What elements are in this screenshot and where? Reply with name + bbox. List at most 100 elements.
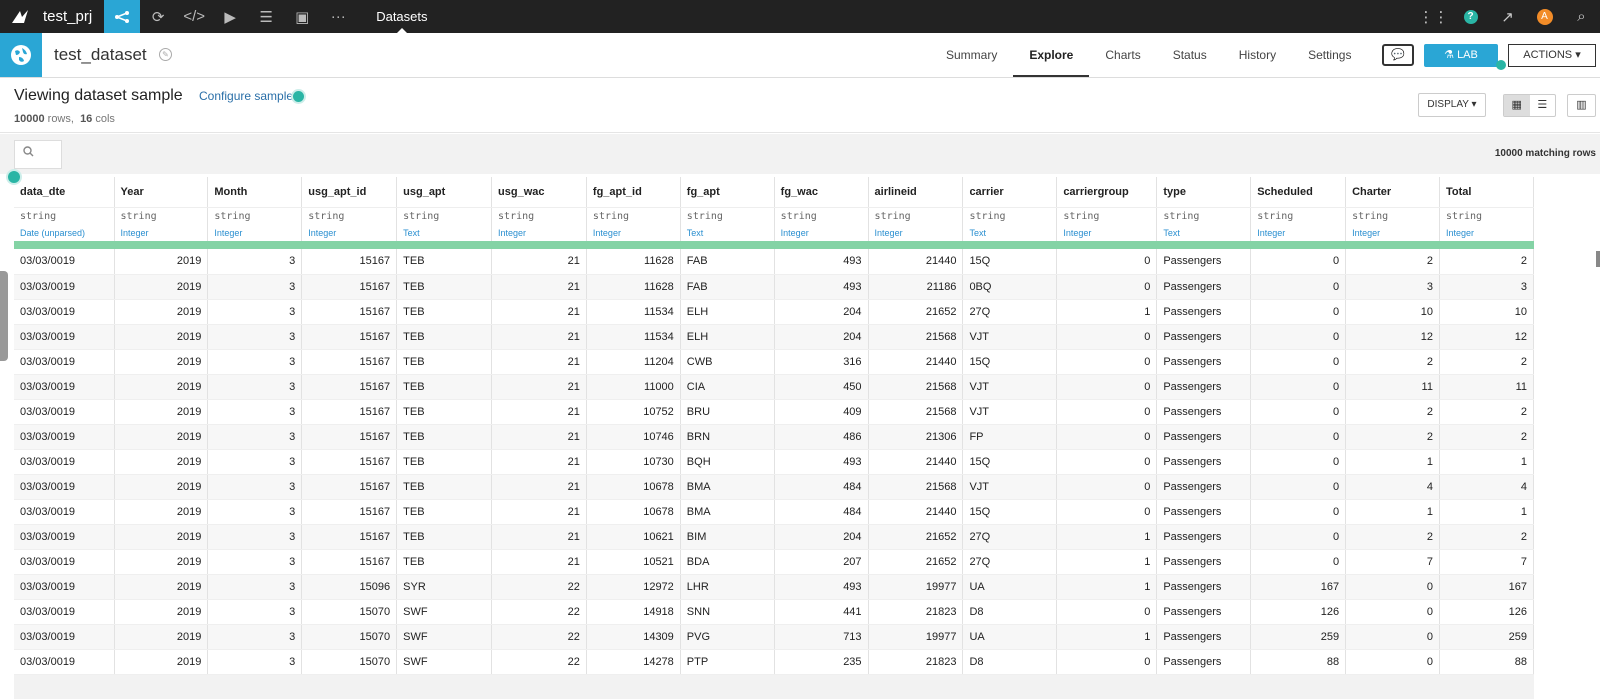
tab-status[interactable]: Status [1157,33,1223,77]
table-cell[interactable]: 21 [491,474,587,500]
table-cell[interactable]: 259 [1250,624,1347,650]
play-icon[interactable]: ▶ [212,0,248,33]
table-cell[interactable]: 0 [1250,549,1347,575]
table-cell[interactable]: 0 [1345,649,1440,675]
table-cell[interactable]: 0 [1250,299,1347,325]
table-cell[interactable]: SWF [396,599,493,625]
table-cell[interactable]: 11000 [586,374,681,400]
table-cell[interactable]: 1 [1439,449,1534,475]
table-cell[interactable]: 03/03/0019 [14,474,115,500]
table-cell[interactable]: 3 [207,599,303,625]
column-header[interactable]: fg_wac [774,177,869,208]
table-cell[interactable]: 15167 [301,449,398,475]
tab-history[interactable]: History [1223,33,1292,77]
table-cell[interactable]: 1 [1439,499,1534,525]
table-cell[interactable]: 2 [1439,349,1534,375]
table-cell[interactable]: FP [962,424,1058,450]
breadcrumb-datasets[interactable]: Datasets [376,0,428,33]
table-cell[interactable]: 21 [491,524,587,550]
table-cell[interactable]: 15Q [962,449,1058,475]
column-header[interactable]: carrier [962,177,1058,208]
column-storage-type[interactable]: string [680,207,775,225]
bird-logo-icon[interactable] [5,0,35,33]
column-header[interactable]: usg_apt [396,177,493,208]
table-cell[interactable]: 2 [1439,399,1534,425]
tab-explore[interactable]: Explore [1013,33,1090,77]
table-cell[interactable]: 03/03/0019 [14,424,115,450]
table-cell[interactable]: 0 [1250,449,1347,475]
table-cell[interactable]: 0 [1056,374,1158,400]
table-cell[interactable]: 2019 [114,574,209,600]
table-cell[interactable]: 11534 [586,299,681,325]
table-cell[interactable]: 88 [1439,649,1534,675]
table-cell[interactable]: 21440 [868,449,964,475]
display-button[interactable]: DISPLAY ▾ [1418,93,1486,117]
table-cell[interactable]: BDA [680,549,775,575]
table-cell[interactable]: 2019 [114,624,209,650]
table-cell[interactable]: 27Q [962,549,1058,575]
column-meaning[interactable]: Integer [1345,225,1440,241]
table-row[interactable]: 03/03/0019 2019 3 15070 SWF 22 14309 PVG 713 1997… [14,624,1534,650]
table-cell[interactable]: 03/03/0019 [14,549,115,575]
table-cell[interactable]: SYR [396,574,493,600]
table-cell[interactable]: 2 [1345,399,1440,425]
table-cell[interactable]: 27Q [962,299,1058,325]
table-cell[interactable]: 14918 [586,599,681,625]
column-storage-type[interactable]: string [396,207,493,225]
table-cell[interactable]: SWF [396,649,493,675]
user-menu[interactable]: A [1526,8,1563,25]
table-cell[interactable]: 3 [207,374,303,400]
table-cell[interactable]: 2019 [114,349,209,375]
table-cell[interactable]: 11204 [586,349,681,375]
table-cell[interactable]: 10 [1439,299,1534,325]
table-cell[interactable]: 03/03/0019 [14,399,115,425]
table-cell[interactable]: 21 [491,449,587,475]
table-cell[interactable]: 204 [774,299,869,325]
table-cell[interactable]: 21 [491,399,587,425]
table-cell[interactable]: 409 [774,399,869,425]
table-cell[interactable]: 0 [1056,649,1158,675]
stack-icon[interactable]: ☰ [248,0,284,33]
table-cell[interactable]: 15167 [301,549,398,575]
table-cell[interactable]: 27Q [962,524,1058,550]
table-cell[interactable]: 03/03/0019 [14,374,115,400]
table-cell[interactable]: TEB [396,399,493,425]
table-cell[interactable]: 167 [1250,574,1347,600]
column-header[interactable]: type [1156,177,1252,208]
table-cell[interactable]: 21823 [868,599,964,625]
table-row[interactable]: 03/03/0019 2019 3 15167 TEB 21 10678 BMA 484 2156… [14,474,1534,500]
table-cell[interactable]: 22 [491,574,587,600]
table-cell[interactable]: 7 [1345,549,1440,575]
table-cell[interactable]: 0 [1250,324,1347,350]
table-cell[interactable]: TEB [396,324,493,350]
table-cell[interactable]: 03/03/0019 [14,599,115,625]
table-cell[interactable]: 15167 [301,299,398,325]
column-meaning[interactable]: Integer [868,225,964,241]
table-cell[interactable]: TEB [396,424,493,450]
table-cell[interactable]: 15Q [962,249,1058,275]
table-cell[interactable]: 207 [774,549,869,575]
table-cell[interactable]: 0 [1345,599,1440,625]
table-cell[interactable]: 03/03/0019 [14,524,115,550]
table-cell[interactable]: 21652 [868,549,964,575]
tab-settings[interactable]: Settings [1292,33,1367,77]
apps-grid-icon[interactable]: ⋮⋮ [1415,8,1452,26]
column-meaning[interactable]: Integer [1056,225,1158,241]
table-cell[interactable]: TEB [396,274,493,300]
table-row[interactable]: 03/03/0019 2019 3 15167 TEB 21 11000 CIA 450 2156… [14,374,1534,400]
tab-summary[interactable]: Summary [930,33,1013,77]
table-row[interactable]: 03/03/0019 2019 3 15167 TEB 21 10621 BIM 204 2165… [14,524,1534,550]
project-name[interactable]: test_prj [35,8,104,25]
table-cell[interactable]: 2019 [114,374,209,400]
table-row[interactable]: 03/03/0019 2019 3 15167 TEB 21 11534 ELH 204 2165… [14,299,1534,325]
table-cell[interactable]: 21 [491,374,587,400]
table-cell[interactable]: 0 [1345,624,1440,650]
table-cell[interactable]: 2 [1439,249,1534,275]
table-cell[interactable]: 0 [1250,399,1347,425]
column-meaning[interactable]: Integer [1439,225,1534,241]
column-storage-type[interactable]: string [1439,207,1534,225]
table-cell[interactable]: 3 [207,274,303,300]
table-cell[interactable]: BIM [680,524,775,550]
column-header[interactable]: Scheduled [1250,177,1347,208]
table-cell[interactable]: 21 [491,299,587,325]
